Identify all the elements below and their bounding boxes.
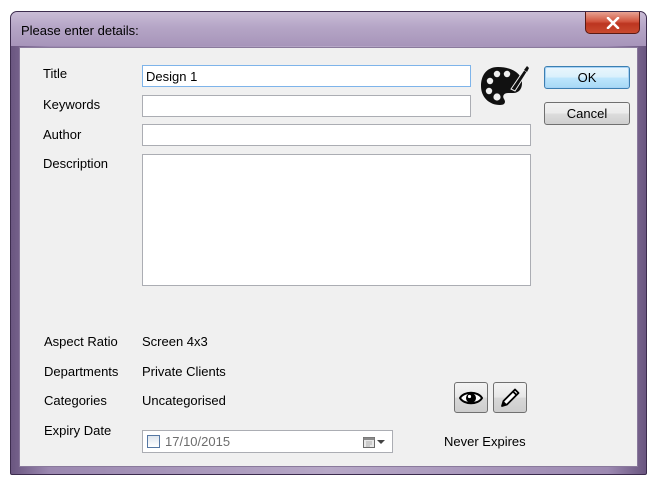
description-input[interactable] <box>142 154 531 286</box>
pencil-icon <box>501 388 520 407</box>
keywords-input[interactable] <box>142 95 471 117</box>
categories-label: Categories <box>44 393 107 408</box>
author-label: Author <box>43 127 82 142</box>
dialog-window: Please enter details: Title Keywords Aut… <box>10 11 647 475</box>
ok-button[interactable]: OK <box>544 66 630 89</box>
edit-button[interactable] <box>493 382 527 413</box>
expiry-date-checkbox[interactable] <box>147 435 160 448</box>
expiry-date-picker[interactable]: 17/10/2015 <box>142 430 393 453</box>
title-input[interactable] <box>142 65 471 87</box>
expiry-date-label: Expiry Date <box>44 423 112 438</box>
chevron-down-icon <box>377 440 385 444</box>
aspect-ratio-value: Screen 4x3 <box>142 334 208 349</box>
title-bar[interactable]: Please enter details: <box>11 12 646 46</box>
cancel-button[interactable]: Cancel <box>544 102 630 125</box>
departments-value: Private Clients <box>142 364 226 379</box>
aspect-ratio-label: Aspect Ratio <box>44 334 118 349</box>
author-input[interactable] <box>142 124 531 146</box>
date-dropdown-button[interactable] <box>360 434 388 450</box>
close-icon <box>606 16 619 29</box>
categories-value: Uncategorised <box>142 393 226 408</box>
window-title: Please enter details: <box>21 23 139 38</box>
description-label: Description <box>43 156 109 171</box>
keywords-label: Keywords <box>43 97 101 112</box>
palette-icon[interactable] <box>478 62 530 110</box>
view-button[interactable] <box>454 382 488 413</box>
expiry-date-value: 17/10/2015 <box>165 434 231 449</box>
title-label: Title <box>43 66 68 81</box>
calendar-icon <box>363 437 375 448</box>
expiry-status: Never Expires <box>444 434 526 449</box>
eye-icon <box>459 391 483 404</box>
close-button[interactable] <box>585 12 640 34</box>
departments-label: Departments <box>44 364 119 379</box>
dialog-body: Title Keywords Author Description OK Can… <box>19 47 638 467</box>
